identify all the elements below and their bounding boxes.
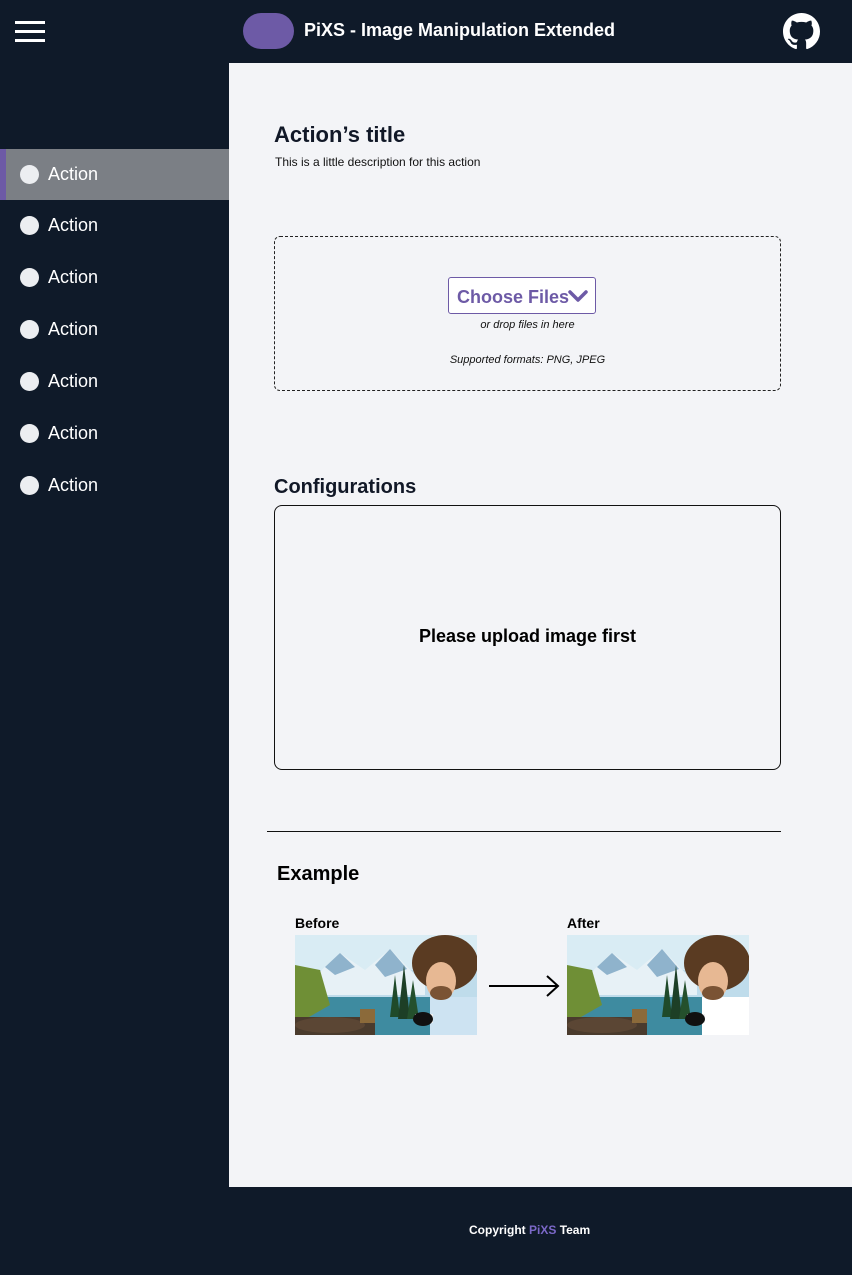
copyright-brand: PiXS	[529, 1223, 557, 1237]
after-label: After	[567, 915, 600, 931]
circle-icon	[20, 372, 39, 391]
sidebar-item-action-2[interactable]: Action	[0, 200, 229, 251]
hamburger-menu-icon[interactable]	[15, 20, 45, 44]
before-image	[295, 935, 477, 1035]
footer: Copyright PiXS Team	[0, 1187, 852, 1275]
choose-files-button[interactable]: Choose Files	[448, 277, 596, 314]
copyright-suffix: Team	[556, 1223, 591, 1237]
choose-files-label: Choose Files	[457, 287, 570, 307]
active-indicator	[0, 149, 6, 200]
file-dropzone[interactable]: Choose Files or drop files in here Suppo…	[274, 236, 781, 391]
sidebar-item-label: Action	[48, 267, 99, 287]
sidebar-item-label: Action	[48, 475, 99, 495]
chevron-down-icon	[568, 290, 588, 302]
section-divider	[267, 831, 781, 832]
before-label: Before	[295, 915, 340, 931]
main-content: Action’s title This is a little descript…	[229, 63, 852, 1187]
sidebar-item-action-5[interactable]: Action	[0, 356, 229, 407]
upload-first-message: Please upload image first	[418, 626, 637, 646]
sidebar-item-action-3[interactable]: Action	[0, 252, 229, 303]
app-title: PiXS - Image Manipulation Extended	[304, 20, 616, 40]
circle-icon	[20, 320, 39, 339]
sidebar-item-action-6[interactable]: Action	[0, 408, 229, 459]
sidebar-item-label: Action	[48, 319, 99, 339]
circle-icon	[20, 476, 39, 495]
app-logo	[243, 13, 294, 49]
sidebar-item-action-4[interactable]: Action	[0, 304, 229, 355]
configurations-panel: Please upload image first	[274, 505, 781, 770]
sidebar-item-label: Action	[48, 371, 99, 391]
configurations-heading: Configurations	[274, 476, 417, 498]
copyright-prefix: Copyright	[469, 1223, 529, 1237]
circle-icon	[20, 268, 39, 287]
example-heading: Example	[277, 863, 360, 885]
supported-formats: Supported formats: PNG, JPEG	[449, 354, 606, 366]
sidebar-item-label: Action	[48, 215, 99, 235]
circle-icon	[20, 424, 39, 443]
sidebar-item-action-7[interactable]: Action	[0, 460, 229, 511]
after-image	[567, 935, 749, 1035]
sidebar-item-label: Action	[48, 423, 99, 443]
page-title: Action’s title	[274, 122, 406, 147]
github-icon[interactable]	[783, 13, 820, 50]
sidebar-item-action-1[interactable]: Action	[0, 149, 229, 200]
arrow-right-icon	[489, 975, 560, 997]
app-header: PiXS - Image Manipulation Extended	[0, 0, 852, 63]
circle-icon	[20, 216, 39, 235]
drop-hint: or drop files in here	[480, 319, 575, 331]
copyright-text: Copyright PiXS Team	[469, 1223, 590, 1237]
sidebar-item-label: Action	[48, 164, 99, 184]
sidebar: Action Action Action Action Action Actio…	[0, 63, 229, 1187]
page-description: This is a little description for this ac…	[275, 155, 481, 169]
circle-icon	[20, 165, 39, 184]
